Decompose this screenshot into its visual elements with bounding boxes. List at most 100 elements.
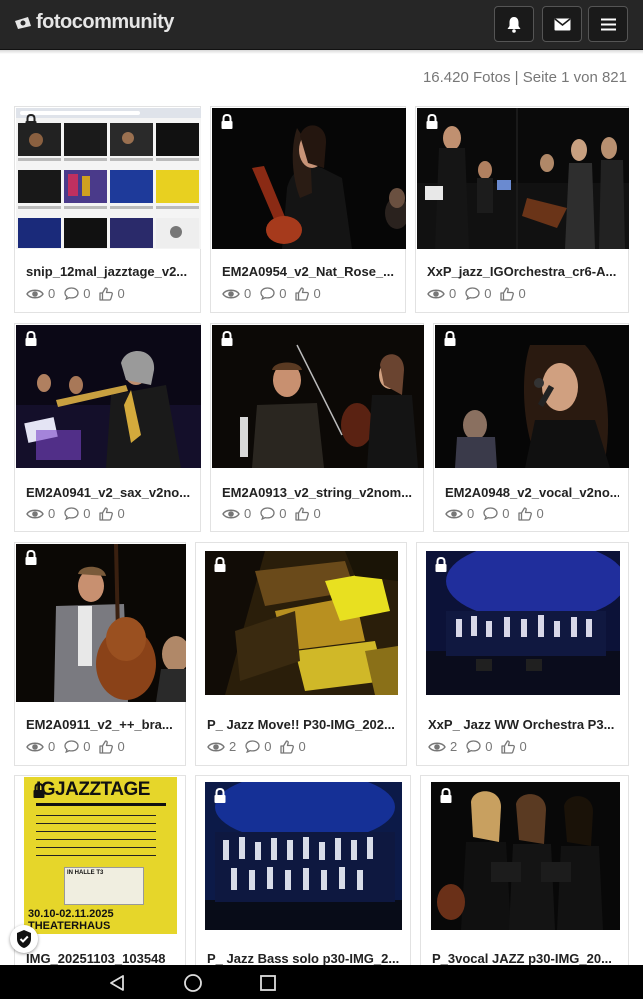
lock-icon bbox=[25, 114, 37, 129]
photo-title[interactable]: EM2A0913_v2_string_v2nom... bbox=[222, 485, 414, 500]
comments-count: 0 bbox=[83, 739, 91, 754]
thumbs-up-icon bbox=[280, 739, 295, 754]
photo-title[interactable]: P_ Jazz Move!! P30-IMG_202... bbox=[207, 717, 397, 732]
saxophone-player-photo bbox=[16, 325, 201, 468]
likes-count: 0 bbox=[117, 286, 125, 301]
photo-count-pagination: 16.420 Fotos | Seite 1 von 821 bbox=[422, 69, 627, 86]
thumbs-up-icon bbox=[518, 506, 533, 521]
likes-count: 0 bbox=[536, 506, 544, 521]
photo-title[interactable]: P_ Jazz Bass solo p30-IMG_2... bbox=[207, 951, 401, 966]
photo-thumbnail[interactable] bbox=[205, 551, 398, 695]
photo-thumbnail[interactable] bbox=[212, 325, 424, 468]
comments-count: 0 bbox=[485, 739, 493, 754]
vocalist-microphone-photo bbox=[435, 325, 629, 468]
views-count: 0 bbox=[244, 286, 252, 301]
photo-card[interactable]: XxP_jazz_IGOrchestra_cr6-A... 0 0 0 bbox=[415, 106, 629, 313]
jazz-move-blur-photo bbox=[205, 551, 398, 695]
photo-thumbnail[interactable] bbox=[417, 108, 629, 249]
photo-card[interactable]: IGJAZZTAGE IN HALLE T3 30.10-02.11.2025 … bbox=[14, 775, 186, 970]
photo-card[interactable]: P_ Jazz Move!! P30-IMG_202... 2 0 0 bbox=[195, 542, 407, 766]
messages-button[interactable] bbox=[542, 6, 582, 42]
lock-icon bbox=[221, 331, 233, 346]
photo-card[interactable]: P_3vocal JAZZ p30-IMG_20... bbox=[420, 775, 629, 970]
photo-title[interactable]: EM2A0954_v2_Nat_Rose_... bbox=[222, 264, 396, 279]
home-circle-icon bbox=[184, 974, 202, 992]
photo-thumbnail[interactable] bbox=[431, 782, 620, 930]
photo-thumbnail[interactable] bbox=[16, 325, 201, 468]
lock-icon bbox=[214, 557, 226, 572]
photo-stats: 2 0 0 bbox=[207, 739, 315, 754]
eye-icon bbox=[222, 289, 240, 298]
fotocommunity-logo[interactable]: fotocommunity bbox=[14, 11, 174, 34]
photo-title[interactable]: P_3vocal JAZZ p30-IMG_20... bbox=[432, 951, 619, 966]
photo-title[interactable]: XxP_jazz_IGOrchestra_cr6-A... bbox=[427, 264, 619, 279]
photo-title[interactable]: XxP_ Jazz WW Orchestra P3... bbox=[428, 717, 619, 732]
likes-count: 0 bbox=[117, 506, 125, 521]
lock-icon bbox=[33, 783, 45, 798]
thumbs-up-icon bbox=[501, 739, 516, 754]
screenshot-collage-image bbox=[16, 108, 201, 248]
photo-title[interactable]: snip_12mal_jazztage_v2... bbox=[26, 264, 191, 279]
camera-logo-icon bbox=[15, 16, 31, 29]
photo-title[interactable]: EM2A0911_v2_++_bra... bbox=[26, 717, 176, 732]
comments-count: 0 bbox=[279, 286, 287, 301]
likes-count: 0 bbox=[117, 739, 125, 754]
comment-icon bbox=[465, 287, 480, 300]
photo-thumbnail[interactable] bbox=[16, 108, 201, 249]
singer-guitar-photo bbox=[212, 108, 406, 249]
photo-card[interactable]: XxP_ Jazz WW Orchestra P3... 2 0 0 bbox=[416, 542, 629, 766]
photo-card[interactable]: snip_12mal_jazztage_v2... 0 0 0 bbox=[14, 106, 201, 313]
privacy-shield-button[interactable] bbox=[10, 925, 38, 953]
photo-thumbnail[interactable] bbox=[426, 551, 620, 695]
lock-icon bbox=[214, 788, 226, 803]
ww-orchestra-blue-stage-photo bbox=[426, 551, 620, 695]
comments-count: 0 bbox=[83, 506, 91, 521]
photo-card[interactable]: P_ Jazz Bass solo p30-IMG_2... bbox=[195, 775, 411, 970]
hamburger-menu-icon bbox=[600, 18, 616, 30]
poster-title: IGJAZZTAGE bbox=[36, 779, 150, 800]
photo-title[interactable]: EM2A0948_v2_vocal_v2no... bbox=[445, 485, 619, 500]
photo-title[interactable]: IMG_20251103_103548 bbox=[26, 951, 176, 966]
photo-stats: 2 0 0 bbox=[428, 739, 536, 754]
photo-stats: 0 0 0 bbox=[222, 286, 330, 301]
eye-icon bbox=[26, 509, 44, 518]
bass-solo-orchestra-photo bbox=[205, 782, 402, 930]
shield-check-icon bbox=[17, 930, 31, 948]
photo-thumbnail[interactable] bbox=[16, 544, 186, 702]
photo-stats: 0 0 0 bbox=[427, 286, 535, 301]
photo-title[interactable]: EM2A0941_v2_sax_v2no... bbox=[26, 485, 191, 500]
eye-icon bbox=[427, 289, 445, 298]
double-bass-player-photo bbox=[16, 544, 186, 702]
comment-icon bbox=[64, 287, 79, 300]
photo-stats: 0 0 0 bbox=[445, 506, 553, 521]
eye-icon bbox=[445, 509, 463, 518]
likes-count: 0 bbox=[298, 739, 306, 754]
comment-icon bbox=[483, 507, 498, 520]
main-menu-button[interactable] bbox=[588, 6, 628, 42]
comment-icon bbox=[466, 740, 481, 753]
home-button[interactable] bbox=[183, 973, 203, 993]
notifications-button[interactable] bbox=[494, 6, 534, 42]
comments-count: 0 bbox=[83, 286, 91, 301]
photo-card[interactable]: EM2A0941_v2_sax_v2no... 0 0 0 bbox=[14, 323, 201, 532]
photo-thumbnail[interactable] bbox=[212, 108, 406, 249]
photo-thumbnail[interactable] bbox=[435, 325, 629, 468]
views-count: 2 bbox=[450, 739, 458, 754]
lock-icon bbox=[435, 557, 447, 572]
photo-thumbnail[interactable] bbox=[205, 782, 402, 930]
likes-count: 0 bbox=[313, 286, 321, 301]
photo-card[interactable]: EM2A0913_v2_string_v2nom... 0 0 0 bbox=[210, 323, 424, 532]
three-vocalists-photo bbox=[431, 782, 620, 930]
back-button[interactable] bbox=[107, 973, 127, 993]
photo-card[interactable]: EM2A0911_v2_++_bra... 0 0 0 bbox=[14, 542, 186, 766]
poster-hall: IN HALLE T3 bbox=[67, 870, 104, 876]
comments-count: 0 bbox=[502, 506, 510, 521]
views-count: 0 bbox=[48, 739, 56, 754]
recents-button[interactable] bbox=[258, 973, 278, 993]
thumbs-up-icon bbox=[500, 286, 515, 301]
photo-card[interactable]: EM2A0954_v2_Nat_Rose_... 0 0 0 bbox=[210, 106, 406, 313]
photo-thumbnail[interactable]: IGJAZZTAGE IN HALLE T3 30.10-02.11.2025 … bbox=[24, 777, 177, 934]
comment-icon bbox=[260, 507, 275, 520]
bell-icon bbox=[507, 16, 521, 33]
photo-card[interactable]: EM2A0948_v2_vocal_v2no... 0 0 0 bbox=[433, 323, 629, 532]
